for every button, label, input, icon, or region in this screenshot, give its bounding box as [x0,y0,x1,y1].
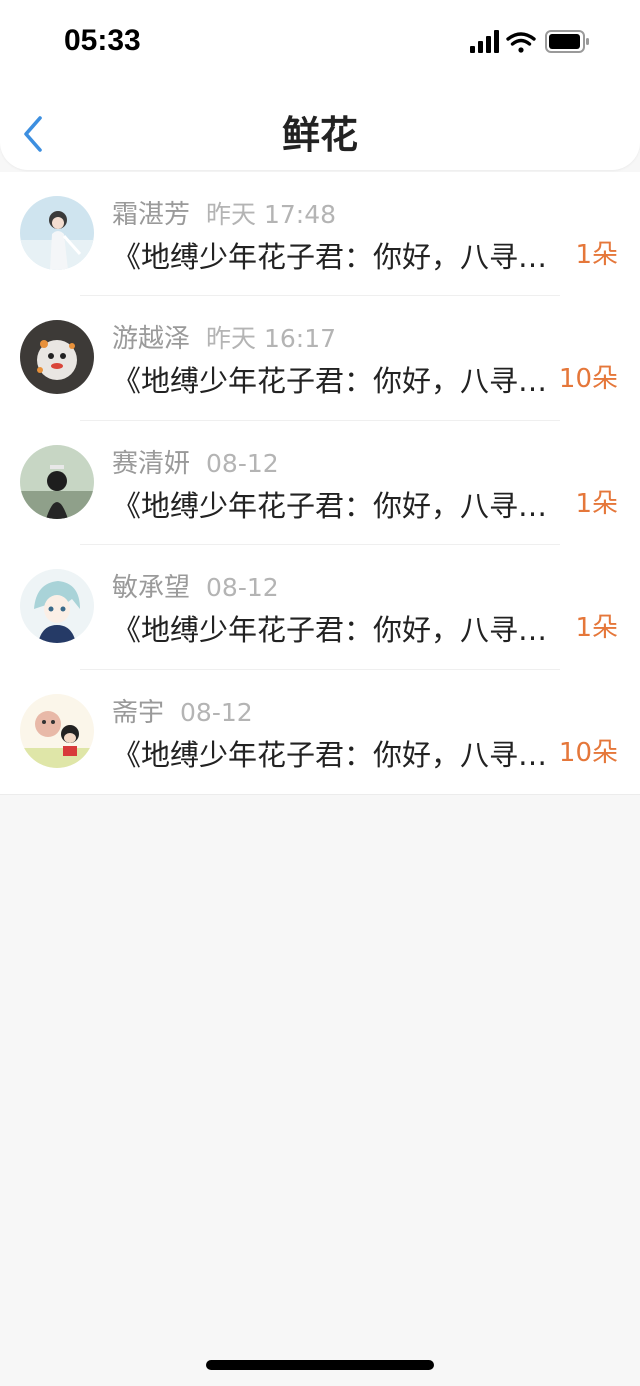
signal-icon [470,30,499,53]
battery-icon [545,30,589,53]
status-time: 05:33 [64,24,141,57]
message-text: 《地缚少年花子君：你好，八寻宁宁》 [112,613,556,648]
flower-count: 1朵 [575,488,618,519]
time-label: 08-12 [206,448,279,478]
status-bar: 05:33 [0,0,640,86]
list-item[interactable]: 赛清妍 08-12 《地缚少年花子君：你好，八寻宁宁》 1朵 [0,421,640,546]
sender-line: 霜湛芳 昨天 17:48 [112,194,336,231]
sender-name: 敏承望 [112,573,191,604]
nav-bar: 鲜花 [0,86,640,170]
list-item[interactable]: 游越泽 昨天 16:17 《地缚少年花子君：你好，八寻宁宁》 10朵 [0,296,640,421]
sender-line: 敏承望 08-12 [112,567,279,604]
page-title: 鲜花 [281,113,358,157]
sender-name: 游越泽 [112,324,191,355]
message-text: 《地缚少年花子君：你好，八寻宁宁》 [112,737,556,772]
header: 05:33 鲜花 [0,0,640,170]
message-text: 《地缚少年花子君：你好，八寻宁宁》 [112,488,556,523]
message-text: 《地缚少年花子君：你好，八寻宁宁》 [112,240,556,274]
flower-list: 霜湛芳 昨天 17:48 《地缚少年花子君：你好，八寻宁宁》 1朵 游越泽 昨天 1… [0,172,640,795]
time-label: 昨天 16:17 [206,324,337,354]
flower-count: 1朵 [575,240,618,270]
flower-count: 1朵 [575,613,618,644]
list-item[interactable]: 霜湛芳 昨天 17:48 《地缚少年花子君：你好，八寻宁宁》 1朵 [0,172,640,297]
sender-name: 霜湛芳 [112,200,191,230]
wifi-icon [506,32,536,53]
status-icons [470,28,592,60]
list-item[interactable]: 斋宇 08-12 《地缚少年花子君：你好，八寻宁宁》 10朵 [0,670,640,794]
flower-count: 10朵 [558,737,618,768]
time-label: 08-12 [206,573,279,603]
sender-name: 斋宇 [112,697,165,728]
sender-line: 游越泽 昨天 16:17 [112,318,336,355]
avatar[interactable] [20,693,94,768]
list-item[interactable]: 敏承望 08-12 《地缚少年花子君：你好，八寻宁宁》 1朵 [0,545,640,670]
time-label: 昨天 17:48 [206,200,337,229]
sender-line: 赛清妍 08-12 [112,443,279,480]
flower-count: 10朵 [558,364,618,395]
avatar[interactable] [20,444,94,519]
avatar[interactable] [20,320,94,395]
sender-line: 斋宇 08-12 [112,692,253,729]
avatar[interactable] [20,196,94,270]
message-text: 《地缚少年花子君：你好，八寻宁宁》 [112,364,556,399]
home-indicator[interactable] [206,1360,434,1370]
avatar[interactable] [20,569,94,644]
sender-name: 赛清妍 [112,448,191,479]
time-label: 08-12 [180,697,253,727]
